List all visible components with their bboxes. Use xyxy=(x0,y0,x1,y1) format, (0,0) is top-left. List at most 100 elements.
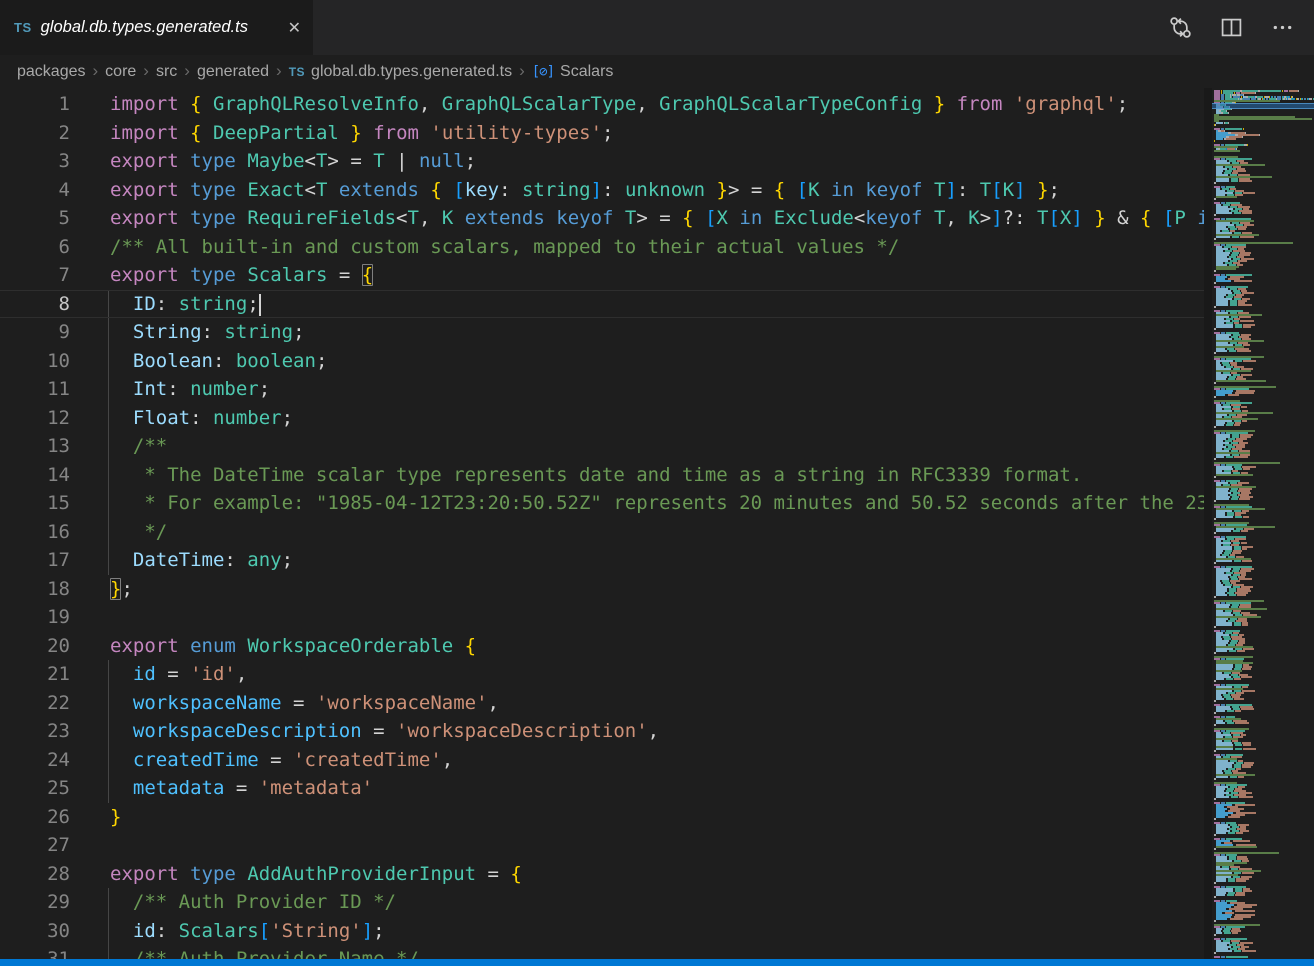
line-number[interactable]: 28 xyxy=(0,860,70,889)
minimap-token xyxy=(1214,476,1216,478)
minimap-token xyxy=(1237,594,1246,596)
close-icon[interactable]: ✕ xyxy=(288,18,301,38)
line-number[interactable]: 19 xyxy=(0,603,70,632)
line-content: * The DateTime scalar type represents da… xyxy=(110,461,1204,490)
line-number[interactable]: 1 xyxy=(0,90,70,119)
line-number[interactable]: 29 xyxy=(0,888,70,917)
line-content: Float: number; xyxy=(110,404,1204,433)
code-line[interactable]: 6/** All built-in and custom scalars, ma… xyxy=(0,233,1204,262)
minimap-token xyxy=(1221,956,1225,958)
minimap-token xyxy=(1226,678,1233,680)
code-token: K xyxy=(808,179,819,201)
line-number[interactable]: 11 xyxy=(0,375,70,404)
minimap-token xyxy=(1235,748,1242,750)
line-number[interactable]: 26 xyxy=(0,803,70,832)
split-editor-icon[interactable] xyxy=(1220,16,1243,39)
code-line[interactable]: 20export enum WorkspaceOrderable { xyxy=(0,632,1204,661)
line-number[interactable]: 27 xyxy=(0,831,70,860)
minimap[interactable] xyxy=(1212,88,1314,959)
minimap-token xyxy=(1241,406,1247,408)
code-token: T xyxy=(934,207,945,229)
line-number[interactable]: 24 xyxy=(0,746,70,775)
more-actions-icon[interactable] xyxy=(1271,16,1294,39)
code-token: } xyxy=(110,578,121,600)
code-line[interactable]: 8 ID: string; xyxy=(0,290,1204,319)
line-number[interactable]: 18 xyxy=(0,575,70,604)
code-line[interactable]: 27 xyxy=(0,831,1204,860)
line-number[interactable]: 23 xyxy=(0,717,70,746)
breadcrumb-item-scalars[interactable]: [⊘]Scalars xyxy=(532,63,614,81)
minimap-token xyxy=(1216,138,1224,140)
breadcrumb-item-packages[interactable]: packages xyxy=(17,63,86,81)
code-line[interactable]: 22 workspaceName = 'workspaceName', xyxy=(0,689,1204,718)
code-token: 'graphql' xyxy=(1014,93,1117,115)
code-token: type xyxy=(190,207,236,229)
code-line[interactable]: 31 /** Auth Provider Name */ xyxy=(0,945,1204,959)
code-line[interactable]: 21 id = 'id', xyxy=(0,660,1204,689)
code-token: } xyxy=(1037,179,1048,201)
line-number[interactable]: 30 xyxy=(0,917,70,946)
code-line[interactable]: 25 metadata = 'metadata' xyxy=(0,774,1204,803)
code-line[interactable]: 3export type Maybe<T> = T | null; xyxy=(0,147,1204,176)
line-number[interactable]: 14 xyxy=(0,461,70,490)
line-number[interactable]: 16 xyxy=(0,518,70,547)
line-number[interactable]: 2 xyxy=(0,119,70,148)
code-line[interactable]: 9 String: string; xyxy=(0,318,1204,347)
line-content: export type Scalars = { xyxy=(110,261,1204,290)
line-number[interactable]: 13 xyxy=(0,432,70,461)
code-line[interactable]: 18}; xyxy=(0,575,1204,604)
code-line[interactable]: 14 * The DateTime scalar type represents… xyxy=(0,461,1204,490)
code-line[interactable]: 5export type RequireFields<T, K extends … xyxy=(0,204,1204,233)
code-line[interactable]: 29 /** Auth Provider ID */ xyxy=(0,888,1204,917)
minimap-token xyxy=(1242,136,1243,138)
line-number[interactable]: 10 xyxy=(0,347,70,376)
breadcrumb-item-global-db-types-generated-ts[interactable]: TSglobal.db.types.generated.ts xyxy=(289,63,512,81)
code-line[interactable]: 11 Int: number; xyxy=(0,375,1204,404)
line-number[interactable]: 12 xyxy=(0,404,70,433)
code-token xyxy=(922,93,933,115)
line-number[interactable]: 4 xyxy=(0,176,70,205)
code-line[interactable]: 23 workspaceDescription = 'workspaceDesc… xyxy=(0,717,1204,746)
breadcrumb-item-generated[interactable]: generated xyxy=(197,63,269,81)
code-line[interactable]: 7 export type Scalars = { xyxy=(0,261,1204,290)
code-line[interactable]: 16 */ xyxy=(0,518,1204,547)
line-content: * For example: "1985-04-12T23:20:50.52Z"… xyxy=(110,489,1204,518)
code-line[interactable]: 28export type AddAuthProviderInput = { xyxy=(0,860,1204,889)
code-area[interactable]: 1import { GraphQLResolveInfo, GraphQLSca… xyxy=(0,90,1204,959)
breadcrumb-item-src[interactable]: src xyxy=(156,63,177,81)
code-token: = xyxy=(259,749,293,771)
line-number[interactable]: 3 xyxy=(0,147,70,176)
line-number[interactable]: 15 xyxy=(0,489,70,518)
code-line[interactable]: 4export type Exact<T extends { [key: str… xyxy=(0,176,1204,205)
tab-global-db-types-generated-ts[interactable]: TS global.db.types.generated.ts ✕ xyxy=(0,0,313,55)
code-line[interactable]: 17 DateTime: any; xyxy=(0,546,1204,575)
line-number[interactable]: 31 xyxy=(0,945,70,959)
line-number[interactable]: 5 xyxy=(0,204,70,233)
code-line[interactable]: 13 /** xyxy=(0,432,1204,461)
code-line[interactable]: 24 createdTime = 'createdTime', xyxy=(0,746,1204,775)
line-number[interactable]: 22 xyxy=(0,689,70,718)
line-number[interactable]: 17 xyxy=(0,546,70,575)
code-line[interactable]: 10 Boolean: boolean; xyxy=(0,347,1204,376)
line-number[interactable]: 8 xyxy=(0,291,70,318)
breadcrumb-item-core[interactable]: core xyxy=(105,63,136,81)
line-number[interactable]: 9 xyxy=(0,318,70,347)
code-line[interactable]: 26} xyxy=(0,803,1204,832)
code-line[interactable]: 12 Float: number; xyxy=(0,404,1204,433)
code-line[interactable]: 1import { GraphQLResolveInfo, GraphQLSca… xyxy=(0,90,1204,119)
minimap-token xyxy=(1214,882,1216,884)
minimap-token xyxy=(1304,98,1306,100)
line-number[interactable]: 25 xyxy=(0,774,70,803)
line-number[interactable]: 20 xyxy=(0,632,70,661)
minimap-token xyxy=(1216,498,1229,500)
open-changes-icon[interactable] xyxy=(1169,16,1192,39)
code-line[interactable]: 15 * For example: "1985-04-12T23:20:50.5… xyxy=(0,489,1204,518)
minimap-token xyxy=(1282,90,1283,92)
code-line[interactable]: 2import { DeepPartial } from 'utility-ty… xyxy=(0,119,1204,148)
line-number[interactable]: 7 xyxy=(0,261,70,290)
line-number[interactable]: 6 xyxy=(0,233,70,262)
code-line[interactable]: 30 id: Scalars['String']; xyxy=(0,917,1204,946)
code-line[interactable]: 19 xyxy=(0,603,1204,632)
minimap-token xyxy=(1239,498,1250,500)
line-number[interactable]: 21 xyxy=(0,660,70,689)
